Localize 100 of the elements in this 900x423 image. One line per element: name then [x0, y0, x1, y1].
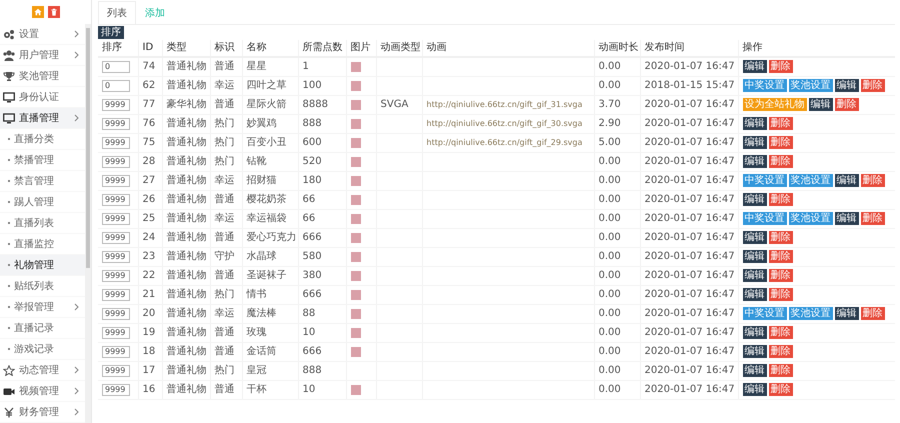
table-cell: 2020-01-07 16:47 [644, 156, 735, 167]
sort-input[interactable]: 9999 [102, 326, 130, 338]
sort-input[interactable]: 9999 [102, 364, 130, 376]
sort-input[interactable]: 9999 [102, 212, 130, 224]
sort-button[interactable]: 排序 [98, 26, 124, 39]
table-cell: 皇冠 [246, 365, 266, 376]
action-button[interactable]: 编辑 [834, 212, 858, 225]
table-cell: 666 [302, 289, 322, 300]
action-button[interactable]: 删除 [768, 345, 792, 358]
action-button[interactable]: 编辑 [808, 98, 832, 111]
sort-input[interactable]: 9999 [102, 288, 130, 300]
action-button[interactable]: 奖池设置 [788, 307, 832, 320]
sort-input[interactable]: 9999 [102, 174, 130, 186]
home-button[interactable] [32, 6, 44, 18]
action-button[interactable]: 删除 [768, 383, 792, 396]
action-button[interactable]: 编辑 [742, 193, 766, 206]
table-cell: 2020-01-07 16:47 [644, 251, 735, 262]
action-button[interactable]: 编辑 [834, 79, 858, 92]
action-button[interactable]: 奖池设置 [788, 174, 832, 187]
action-button[interactable]: 中奖设置 [742, 174, 786, 187]
action-button[interactable]: 奖池设置 [788, 212, 832, 225]
table-cell: 玫瑰 [246, 327, 266, 338]
sort-input[interactable]: 9999 [102, 118, 130, 130]
action-button[interactable]: 删除 [768, 60, 792, 74]
action-button[interactable]: 中奖设置 [742, 307, 786, 320]
table-cell: 66 [302, 194, 316, 205]
action-button[interactable]: 删除 [860, 212, 884, 225]
action-button[interactable]: 删除 [768, 269, 792, 282]
delete-button[interactable] [48, 6, 60, 18]
sort-input[interactable]: 9999 [102, 194, 130, 206]
action-button[interactable]: 删除 [768, 193, 792, 206]
action-button[interactable]: 中奖设置 [742, 212, 786, 225]
sort-input[interactable]: 9999 [102, 156, 130, 168]
table-cell: 2.90 [598, 118, 621, 129]
table-cell: 17 [142, 365, 156, 376]
action-button[interactable]: 删除 [768, 231, 792, 244]
action-button[interactable]: 编辑 [834, 307, 858, 320]
table-cell: 百变小丑 [246, 137, 286, 148]
chevron-right-icon [74, 366, 79, 374]
sort-input[interactable]: 9999 [102, 384, 130, 396]
table-cell: 0.00 [598, 365, 621, 376]
action-button[interactable]: 删除 [768, 155, 792, 168]
table-cell: 0.00 [598, 289, 621, 300]
table-cell: 幸运 [214, 213, 234, 224]
action-button[interactable]: 编辑 [742, 288, 766, 301]
table-cell: 0.00 [598, 232, 621, 243]
action-button[interactable]: 删除 [768, 364, 792, 377]
sort-input[interactable]: 9999 [102, 232, 130, 244]
sort-input[interactable]: 9999 [102, 346, 130, 358]
monitor-icon [3, 92, 15, 102]
table-cell: 2020-01-07 16:47 [644, 327, 735, 338]
sort-input[interactable]: 0 [102, 60, 130, 73]
trophy-icon [3, 70, 15, 82]
column-header: 操作 [742, 42, 762, 53]
action-button[interactable]: 删除 [768, 136, 792, 149]
action-button[interactable]: 删除 [768, 250, 792, 263]
submenu-item[interactable]: 礼物管理 [0, 255, 85, 276]
action-button[interactable]: 删除 [860, 79, 884, 92]
action-button[interactable]: 奖池设置 [788, 79, 832, 92]
action-button[interactable]: 编辑 [742, 364, 766, 377]
table-cell: 580 [302, 251, 322, 262]
scrollbar[interactable] [85, 24, 91, 423]
table-cell: 2020-01-07 16:47 [644, 308, 735, 319]
sort-input[interactable]: 0 [102, 80, 130, 92]
action-button[interactable]: 删除 [768, 326, 792, 339]
sort-input[interactable]: 9999 [102, 136, 130, 148]
action-button[interactable]: 删除 [768, 117, 792, 130]
table-cell: 0.00 [598, 175, 621, 186]
table-cell: 0.00 [598, 156, 621, 167]
table-cell: 74 [142, 61, 156, 72]
action-button[interactable]: 删除 [860, 307, 884, 320]
table-cell: 75 [142, 137, 156, 148]
table-cell: 普通 [214, 327, 234, 338]
action-button[interactable]: 中奖设置 [742, 79, 786, 92]
action-button[interactable]: 编辑 [742, 383, 766, 396]
action-button[interactable]: 编辑 [742, 326, 766, 339]
action-button[interactable]: 编辑 [742, 60, 766, 74]
table-cell: 普通礼物 [166, 384, 206, 395]
sort-input[interactable]: 9999 [102, 98, 130, 110]
action-button[interactable]: 编辑 [742, 117, 766, 130]
action-button[interactable]: 编辑 [742, 345, 766, 358]
sort-input[interactable]: 9999 [102, 270, 130, 282]
table-cell: 普通礼物 [166, 365, 206, 376]
action-button[interactable]: 编辑 [742, 231, 766, 244]
action-button[interactable]: 编辑 [742, 269, 766, 282]
action-button[interactable]: 编辑 [834, 174, 858, 187]
action-button[interactable]: 编辑 [742, 136, 766, 149]
action-button[interactable]: 编辑 [742, 250, 766, 263]
sort-input[interactable]: 9999 [102, 308, 130, 320]
action-button[interactable]: 删除 [768, 288, 792, 301]
action-button[interactable]: 编辑 [742, 155, 766, 168]
tab[interactable]: 列表 [98, 1, 136, 24]
table-cell: 热门 [214, 156, 234, 167]
table-cell: 27 [142, 175, 156, 186]
table-cell: 水晶球 [246, 251, 276, 262]
sort-input[interactable]: 9999 [102, 250, 130, 262]
menu-item[interactable]: 直播管理 [0, 108, 85, 129]
action-button[interactable]: 删除 [834, 98, 858, 111]
action-button[interactable]: 删除 [860, 174, 884, 187]
table-cell: 22 [142, 270, 156, 281]
